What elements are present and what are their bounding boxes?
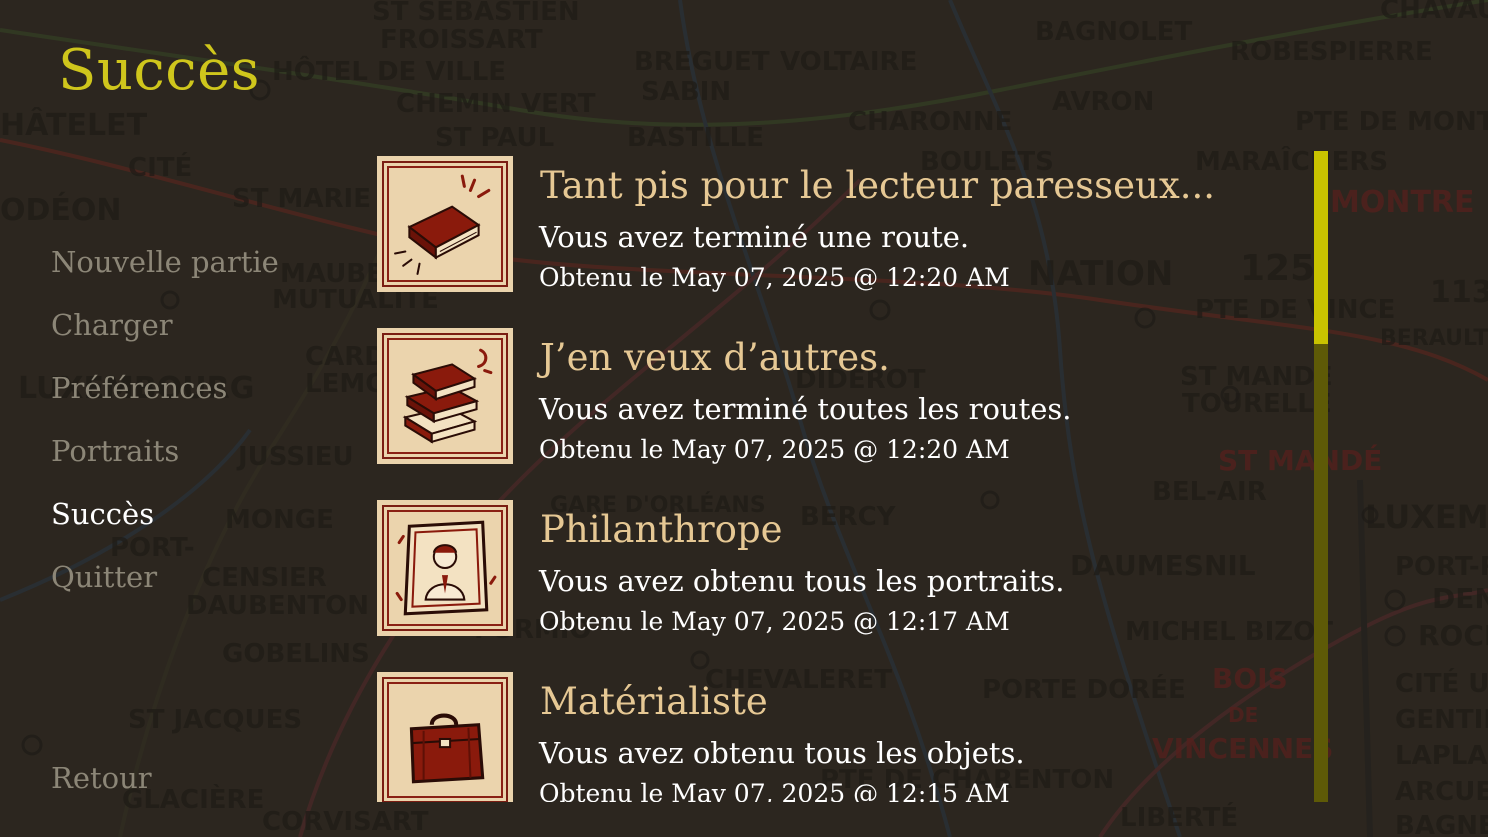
achievement-icon-frame bbox=[377, 672, 513, 802]
achievement-item: Tant pis pour le lecteur paresseux... Vo… bbox=[376, 150, 1306, 310]
menu-item-preferences[interactable]: Préférences bbox=[51, 371, 227, 405]
achievement-description: Vous avez obtenu tous les objets. bbox=[539, 736, 1025, 770]
achievement-title: Philanthrope bbox=[540, 508, 783, 551]
achievement-title: Tant pis pour le lecteur paresseux... bbox=[540, 164, 1215, 207]
menu-item-achievements[interactable]: Succès bbox=[51, 497, 154, 531]
portrait-icon bbox=[395, 520, 497, 616]
achievements-list[interactable]: Tant pis pour le lecteur paresseux... Vo… bbox=[376, 150, 1306, 802]
achievement-date: Obtenu le May 07, 2025 @ 12:20 AM bbox=[539, 435, 1010, 464]
back-button[interactable]: Retour bbox=[51, 761, 152, 795]
achievement-description: Vous avez obtenu tous les portraits. bbox=[539, 564, 1065, 598]
scrollbar-thumb[interactable] bbox=[1314, 151, 1328, 344]
achievement-icon-frame bbox=[377, 328, 513, 464]
achievement-title: Matérialiste bbox=[540, 680, 768, 723]
achievement-icon-frame bbox=[377, 156, 513, 292]
achievement-item: Philanthrope Vous avez obtenu tous les p… bbox=[376, 494, 1306, 654]
achievement-title: J’en veux d’autres. bbox=[540, 336, 890, 379]
menu-item-load[interactable]: Charger bbox=[51, 308, 173, 342]
page-title: Succès bbox=[58, 38, 261, 103]
achievement-item: J’en veux d’autres. Vous avez terminé to… bbox=[376, 322, 1306, 482]
achievement-date: Obtenu le May 07, 2025 @ 12:17 AM bbox=[539, 607, 1010, 636]
menu-item-new-game[interactable]: Nouvelle partie bbox=[51, 245, 279, 279]
book-icon bbox=[394, 174, 491, 275]
menu-item-quit[interactable]: Quitter bbox=[51, 560, 157, 594]
achievement-date: Obtenu le May 07, 2025 @ 12:15 AM bbox=[539, 779, 1010, 802]
achievement-date: Obtenu le May 07, 2025 @ 12:20 AM bbox=[539, 263, 1010, 292]
achievement-icon-frame bbox=[377, 500, 513, 636]
scrollbar-track[interactable] bbox=[1314, 151, 1328, 802]
achievement-item: Matérialiste Vous avez obtenu tous les o… bbox=[376, 666, 1306, 802]
briefcase-icon bbox=[409, 713, 485, 784]
achievement-description: Vous avez terminé une route. bbox=[539, 220, 970, 254]
achievement-description: Vous avez terminé toutes les routes. bbox=[539, 392, 1072, 426]
book-stack-icon bbox=[402, 348, 493, 444]
menu-item-portraits[interactable]: Portraits bbox=[51, 434, 179, 468]
